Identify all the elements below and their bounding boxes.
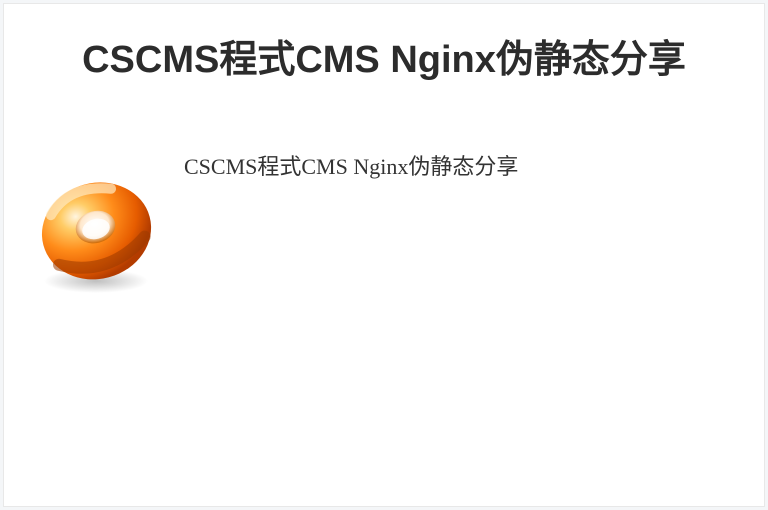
subtitle-text: CSCMS程式CMS Nginx伪静态分享 — [184, 149, 518, 181]
page-title: CSCMS程式CMS Nginx伪静态分享 — [4, 28, 764, 83]
orange-torus-icon — [26, 159, 166, 299]
content-card: CSCMS程式CMS Nginx伪静态分享 CSCMS程式CMS Nginx伪静… — [3, 3, 765, 507]
